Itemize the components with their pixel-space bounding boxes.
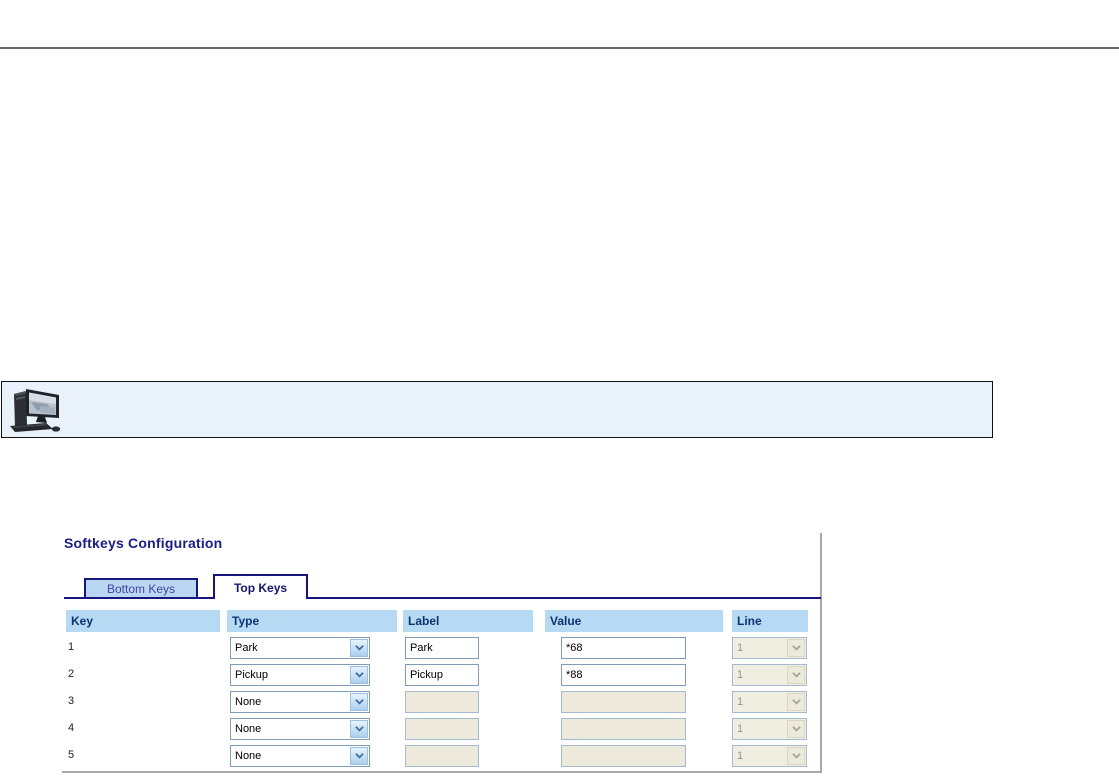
document-page: Softkeys Configuration Bottom Keys Top K… (0, 0, 1119, 778)
chevron-down-icon (350, 720, 368, 738)
chevron-down-icon (350, 666, 368, 684)
key-number: 4 (68, 722, 74, 734)
column-header-value: Value (545, 610, 723, 632)
tab-underline (64, 597, 821, 599)
chevron-down-icon (787, 720, 805, 738)
label-input[interactable] (405, 664, 479, 686)
line-select: 1 (732, 637, 807, 659)
tab-top-keys-label: Top Keys (234, 581, 287, 595)
chevron-down-icon (787, 666, 805, 684)
line-select-value: 1 (737, 642, 743, 654)
type-select[interactable]: None (230, 691, 370, 713)
section-frame-bottom (62, 771, 822, 773)
page-title: Softkeys Configuration (64, 535, 222, 551)
line-select-value: 1 (737, 696, 743, 708)
type-select-value: None (235, 750, 261, 762)
key-number: 3 (68, 695, 74, 707)
label-input (405, 691, 479, 713)
key-number: 5 (68, 749, 74, 761)
tab-bottom-keys[interactable]: Bottom Keys (84, 578, 198, 597)
section-frame-right (820, 533, 822, 773)
type-select-value: None (235, 696, 261, 708)
line-select-value: 1 (737, 750, 743, 762)
line-select-value: 1 (737, 669, 743, 681)
table-row: 3 None 1 (0, 691, 820, 713)
value-input (561, 745, 686, 767)
label-input[interactable] (405, 637, 479, 659)
key-number: 2 (68, 668, 74, 680)
line-select: 1 (732, 745, 807, 767)
chevron-down-icon (350, 693, 368, 711)
chevron-down-icon (787, 693, 805, 711)
label-input (405, 745, 479, 767)
note-box (1, 381, 993, 438)
line-select: 1 (732, 664, 807, 686)
line-select-value: 1 (737, 723, 743, 735)
type-select[interactable]: Pickup (230, 664, 370, 686)
type-select-value: Park (235, 642, 258, 654)
value-input[interactable] (561, 637, 686, 659)
type-select[interactable]: Park (230, 637, 370, 659)
computer-monitor-icon (7, 385, 63, 434)
tab-top-keys[interactable]: Top Keys (213, 574, 308, 599)
chevron-down-icon (787, 747, 805, 765)
key-number: 1 (68, 641, 74, 653)
tab-bottom-keys-label: Bottom Keys (107, 582, 175, 596)
value-input (561, 718, 686, 740)
chevron-down-icon (350, 747, 368, 765)
line-select: 1 (732, 718, 807, 740)
chevron-down-icon (787, 639, 805, 657)
table-row: 1 Park 1 (0, 637, 820, 659)
type-select-value: None (235, 723, 261, 735)
table-row: 4 None 1 (0, 718, 820, 740)
label-input (405, 718, 479, 740)
type-select[interactable]: None (230, 745, 370, 767)
chevron-down-icon (350, 639, 368, 657)
table-row: 5 None 1 (0, 745, 820, 767)
column-header-label: Label (403, 610, 533, 632)
line-select: 1 (732, 691, 807, 713)
column-header-line: Line (732, 610, 808, 632)
value-input (561, 691, 686, 713)
column-header-type: Type (227, 610, 397, 632)
type-select-value: Pickup (235, 669, 268, 681)
value-input[interactable] (561, 664, 686, 686)
type-select[interactable]: None (230, 718, 370, 740)
column-header-key: Key (66, 610, 220, 632)
table-row: 2 Pickup 1 (0, 664, 820, 686)
top-divider (0, 47, 1119, 49)
